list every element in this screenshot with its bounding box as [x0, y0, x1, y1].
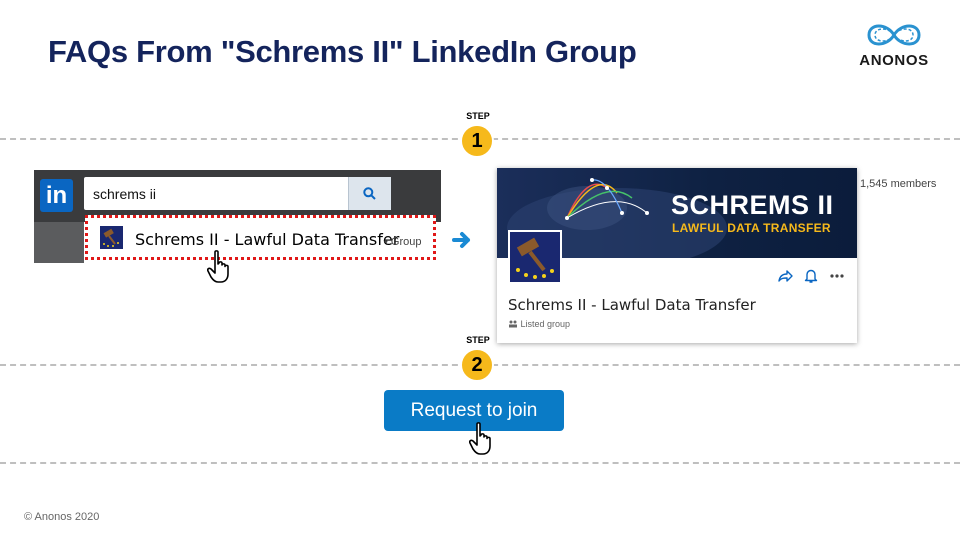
divider — [0, 462, 960, 464]
member-count: 1,545 members — [860, 178, 937, 190]
step-1-label: STEP — [466, 111, 490, 121]
share-icon[interactable] — [777, 268, 793, 284]
group-thumbnail — [100, 226, 123, 249]
page-title: FAQs From "Schrems II" LinkedIn Group — [48, 34, 637, 69]
search-query: schrems ii — [93, 186, 157, 202]
step-2-label: STEP — [466, 335, 490, 345]
step-1-badge: 1 — [460, 124, 494, 158]
gavel-eu-icon — [510, 232, 560, 282]
more-icon[interactable] — [829, 268, 845, 284]
search-button[interactable] — [348, 177, 391, 210]
group-logo — [508, 230, 562, 284]
linkedin-logo[interactable]: in — [40, 179, 73, 212]
search-input[interactable]: schrems ii — [84, 177, 386, 210]
banner-title: SCHREMS II — [671, 190, 834, 220]
pointer-hand-icon — [207, 250, 229, 283]
copyright: © Anonos 2020 — [24, 511, 100, 523]
logo-text: ANONOS — [859, 52, 929, 69]
group-card[interactable]: SCHREMS II LAWFUL DATA TRANSFER Schrems … — [497, 168, 857, 343]
gavel-eu-icon — [100, 226, 123, 249]
group-people-icon — [509, 320, 517, 328]
search-result-type: • Group — [384, 236, 422, 248]
bell-icon[interactable] — [804, 268, 818, 284]
step-2-badge: 2 — [460, 348, 494, 382]
arrow-right-icon — [452, 232, 470, 248]
pointer-hand-icon — [469, 422, 491, 455]
anonos-infinity-icon — [867, 24, 921, 46]
anonos-logo: ANONOS — [852, 20, 936, 72]
search-result-name[interactable]: Schrems II - Lawful Data Transfer — [135, 230, 399, 249]
sidebar-strip — [34, 222, 84, 263]
card-actions — [777, 268, 847, 286]
group-name[interactable]: Schrems II - Lawful Data Transfer — [508, 296, 756, 314]
banner-subtitle: LAWFUL DATA TRANSFER — [672, 221, 831, 235]
search-icon — [363, 187, 376, 200]
listed-group-text: Listed group — [520, 319, 571, 329]
listed-group-label: Listed group — [508, 319, 570, 329]
